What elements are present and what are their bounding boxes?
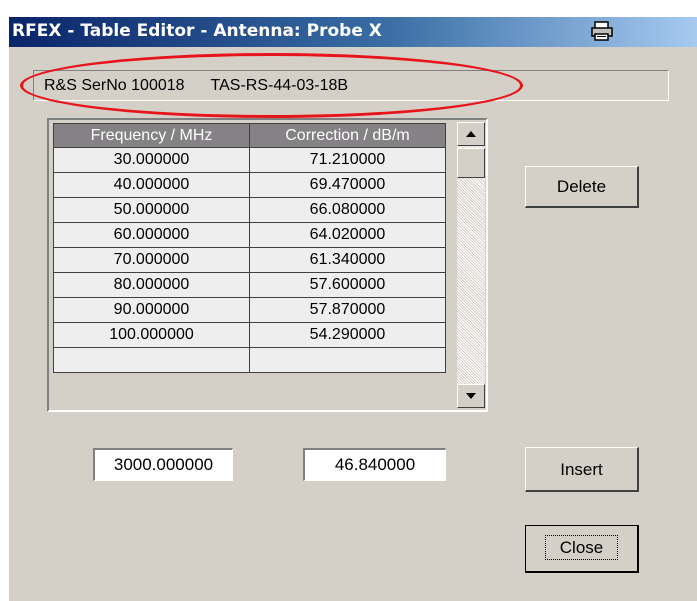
table-row[interactable]: 90.000000 57.870000 [53,297,446,323]
correction-cell[interactable]: 64.020000 [249,222,446,248]
table-row[interactable] [53,347,446,373]
correction-input[interactable]: 46.840000 [303,448,446,481]
insert-button[interactable]: Insert [525,447,639,492]
frequency-cell[interactable]: 70.000000 [53,247,250,273]
window-title: RFEX - Table Editor - Antenna: Probe X [12,21,382,41]
correction-cell[interactable]: 54.290000 [249,322,446,348]
table-row[interactable]: 60.000000 64.020000 [53,222,446,248]
table-row[interactable]: 30.000000 71.210000 [53,147,446,173]
correction-cell[interactable]: 57.870000 [249,297,446,323]
scroll-down-button[interactable] [457,384,485,408]
column-header-correction[interactable]: Correction / dB/m [249,123,446,148]
close-button-label: Close [544,535,619,560]
correction-cell[interactable]: 66.080000 [249,197,446,223]
correction-cell[interactable]: 71.210000 [249,147,446,173]
frequency-cell[interactable]: 50.000000 [53,197,250,223]
table-row[interactable]: 80.000000 57.600000 [53,272,446,298]
serial-number: R&S SerNo 100018 [44,77,185,94]
close-button[interactable]: Close [525,525,639,573]
frequency-cell[interactable]: 90.000000 [53,297,250,323]
printer-icon[interactable] [591,21,613,41]
title-bar[interactable]: RFEX - Table Editor - Antenna: Probe X [9,17,697,47]
table-header-row: Frequency / MHz Correction / dB/m [53,123,446,148]
frequency-input[interactable]: 3000.000000 [93,448,233,481]
vertical-scrollbar[interactable] [457,122,485,408]
correction-cell[interactable] [249,347,446,373]
frequency-cell[interactable]: 60.000000 [53,222,250,248]
correction-cell[interactable]: 57.600000 [249,272,446,298]
correction-cell[interactable]: 61.340000 [249,247,446,273]
table-row[interactable]: 100.000000 54.290000 [53,322,446,348]
scroll-thumb[interactable] [457,148,485,178]
arrow-up-icon [466,131,476,137]
frequency-cell[interactable]: 80.000000 [53,272,250,298]
correction-cell[interactable]: 69.470000 [249,172,446,198]
column-header-frequency[interactable]: Frequency / MHz [53,123,250,148]
scroll-up-button[interactable] [457,122,485,146]
table-row[interactable]: 40.000000 69.470000 [53,172,446,198]
part-number: TAS-RS-44-03-18B [210,77,349,94]
frequency-cell[interactable]: 40.000000 [53,172,250,198]
frequency-cell[interactable]: 30.000000 [53,147,250,173]
frequency-cell[interactable] [53,347,250,373]
table-row[interactable]: 70.000000 61.340000 [53,247,446,273]
table-editor-window: RFEX - Table Editor - Antenna: Probe X R… [0,0,697,601]
frequency-cell[interactable]: 100.000000 [53,322,250,348]
arrow-down-icon [466,393,476,399]
correction-table[interactable]: Frequency / MHz Correction / dB/m 30.000… [47,118,488,412]
antenna-info-field: R&S SerNo 100018 TAS-RS-44-03-18B [33,70,669,101]
table-row[interactable]: 50.000000 66.080000 [53,197,446,223]
delete-button[interactable]: Delete [525,166,639,208]
